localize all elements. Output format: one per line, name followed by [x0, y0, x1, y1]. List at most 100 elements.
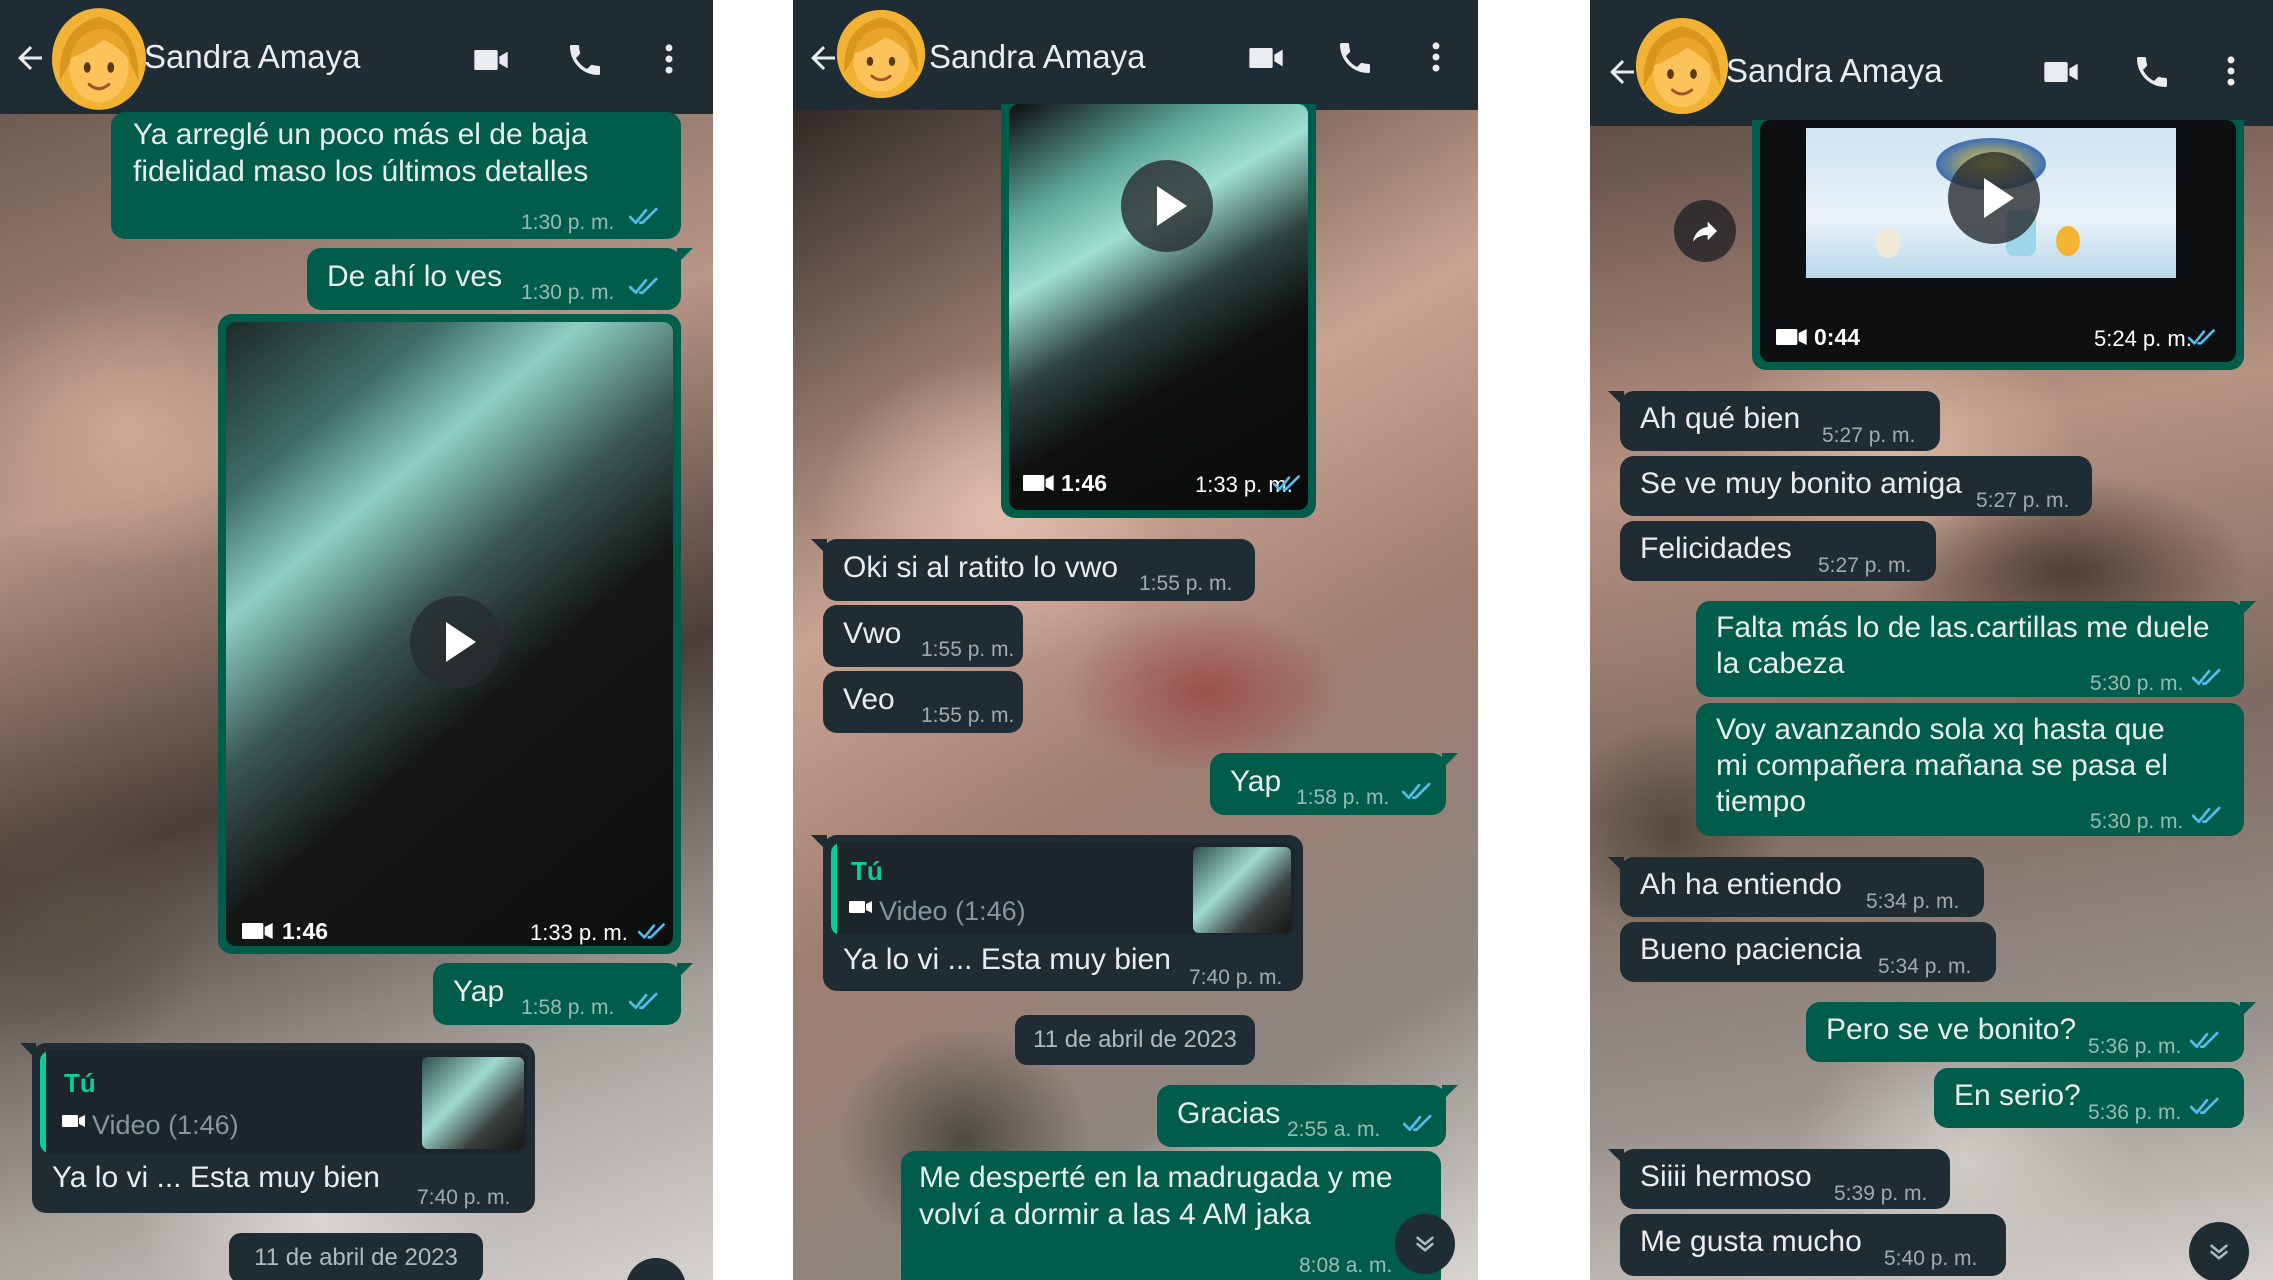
- avatar[interactable]: [50, 6, 148, 112]
- contact-name[interactable]: Sandra Amaya: [144, 38, 360, 76]
- chat-panel-2: Sandra Amaya 1:46 1:33 p. m. Oki si al r…: [793, 0, 1478, 1280]
- message-text: Se ve muy bonito amiga: [1640, 467, 1962, 500]
- double-check-icon: [1402, 781, 1436, 803]
- quoted-message[interactable]: Tú Video (1:46): [831, 843, 1295, 935]
- avatar[interactable]: [1634, 16, 1730, 116]
- message-bubble-incoming[interactable]: Veo 1:55 p. m.: [823, 671, 1023, 733]
- message-bubble-incoming[interactable]: Oki si al ratito lo vwo 1:55 p. m.: [811, 539, 1255, 601]
- message-bubble-outgoing[interactable]: Falta más lo de las.cartillas me duele l…: [1696, 601, 2256, 697]
- chat-panel-1: Sandra Amaya Ya arreglé un poco más el d…: [0, 0, 713, 1280]
- video-thumbnail[interactable]: 1:46 1:33 p. m.: [1009, 104, 1308, 510]
- message-time: 1:58 p. m.: [1296, 786, 1390, 809]
- message-time: 7:40 p. m.: [417, 1186, 511, 1209]
- message-time: 1:33 p. m.: [530, 920, 628, 945]
- bubble-tail: [2240, 1002, 2256, 1018]
- message-text: Ya lo vi ... Esta muy bien: [52, 1161, 380, 1194]
- message-text: Voy avanzando sola xq hasta que: [1716, 713, 2165, 746]
- phone-icon[interactable]: [1335, 38, 1375, 78]
- video-message[interactable]: 1:46 1:33 p. m.: [1001, 104, 1316, 518]
- more-options-icon[interactable]: [650, 38, 688, 80]
- message-bubble-incoming[interactable]: Bueno paciencia 5:34 p. m.: [1620, 922, 1996, 982]
- scroll-down-button[interactable]: [1395, 1214, 1455, 1274]
- message-time: 5:39 p. m.: [1834, 1182, 1928, 1205]
- forward-button[interactable]: [1674, 200, 1736, 262]
- message-bubble-incoming[interactable]: Se ve muy bonito amiga 5:27 p. m.: [1620, 456, 2092, 516]
- double-check-icon: [629, 276, 663, 298]
- message-time: 5:36 p. m.: [2088, 1035, 2182, 1058]
- video-call-icon[interactable]: [1243, 38, 1289, 78]
- message-bubble-outgoing[interactable]: Gracias 2:55 a. m.: [1157, 1085, 1458, 1147]
- message-time: 1:30 p. m.: [521, 211, 615, 234]
- video-call-icon[interactable]: [2038, 52, 2084, 92]
- video-message[interactable]: 1:46 1:33 p. m.: [218, 314, 681, 954]
- play-icon[interactable]: [1948, 152, 2040, 244]
- message-bubble-incoming[interactable]: Felicidades 5:27 p. m.: [1620, 521, 1936, 581]
- video-message[interactable]: 0:44 5:24 p. m.: [1752, 120, 2244, 370]
- play-icon[interactable]: [1121, 160, 1213, 252]
- message-bubble-incoming[interactable]: Ah qué bien 5:27 p. m.: [1608, 391, 1940, 451]
- video-camera-icon: [849, 899, 873, 915]
- message-bubble-outgoing[interactable]: Yap 1:58 p. m.: [433, 963, 693, 1025]
- play-icon[interactable]: [410, 596, 502, 688]
- video-thumbnail[interactable]: 0:44 5:24 p. m.: [1760, 120, 2236, 362]
- back-arrow-icon[interactable]: [12, 40, 48, 76]
- bubble-tail: [1442, 753, 1458, 769]
- bubble-tail: [2240, 601, 2256, 617]
- date-separator: 11 de abril de 2023: [229, 1233, 483, 1280]
- message-bubble-incoming[interactable]: Vwo 1:55 p. m.: [823, 605, 1023, 667]
- video-call-icon[interactable]: [468, 40, 514, 80]
- bubble-tail: [1442, 1085, 1458, 1101]
- message-text: Me desperté en la madrugada y me: [919, 1161, 1393, 1194]
- phone-icon[interactable]: [565, 40, 605, 80]
- quoted-message[interactable]: Tú Video (1:46): [40, 1051, 527, 1153]
- message-bubble-outgoing[interactable]: Yap 1:58 p. m.: [1210, 753, 1458, 815]
- message-bubble-incoming[interactable]: Me gusta mucho 5:40 p. m.: [1620, 1214, 2006, 1276]
- message-time: 7:40 p. m.: [1189, 966, 1283, 989]
- double-check-icon: [2192, 805, 2226, 827]
- chat-header: Sandra Amaya: [793, 0, 1478, 110]
- message-bubble-outgoing[interactable]: De ahí lo ves 1:30 p. m.: [307, 248, 693, 310]
- video-thumbnail[interactable]: 1:46 1:33 p. m.: [226, 322, 673, 946]
- message-time: 5:30 p. m.: [2090, 672, 2184, 695]
- egg-icon: [1876, 228, 1900, 258]
- double-check-icon: [629, 991, 663, 1013]
- forward-icon: [1689, 215, 1721, 247]
- contact-name[interactable]: Sandra Amaya: [1726, 52, 1942, 90]
- message-bubble-outgoing[interactable]: Me desperté en la madrugada y me volví a…: [901, 1151, 1441, 1280]
- message-text: Siiii hermoso: [1640, 1160, 1812, 1193]
- bubble-tail: [811, 539, 827, 555]
- video-camera-icon: [1023, 472, 1055, 494]
- message-time: 5:34 p. m.: [1866, 890, 1960, 913]
- message-bubble-outgoing[interactable]: Pero se ve bonito? 5:36 p. m.: [1806, 1002, 2256, 1062]
- bubble-tail: [1608, 1149, 1624, 1165]
- message-bubble-incoming[interactable]: Ah ha entiendo 5:34 p. m.: [1608, 857, 1984, 917]
- date-separator: 11 de abril de 2023: [1015, 1015, 1255, 1065]
- scroll-down-button[interactable]: [2189, 1222, 2249, 1280]
- double-check-icon: [2188, 328, 2220, 348]
- phone-icon[interactable]: [2132, 52, 2172, 92]
- scroll-down-icon: [2204, 1237, 2234, 1267]
- message-text: Yap: [1230, 765, 1282, 798]
- message-time: 5:36 p. m.: [2088, 1101, 2182, 1124]
- message-bubble-incoming[interactable]: Siiii hermoso 5:39 p. m.: [1608, 1149, 1950, 1209]
- more-options-icon[interactable]: [1417, 36, 1455, 78]
- video-camera-icon: [242, 920, 274, 942]
- quote-thumbnail: [1193, 847, 1291, 933]
- message-bubble-outgoing[interactable]: Voy avanzando sola xq hasta que mi compa…: [1696, 703, 2244, 836]
- more-options-icon[interactable]: [2212, 50, 2250, 92]
- video-duration: 0:44: [1814, 324, 1861, 350]
- avatar[interactable]: [835, 8, 927, 100]
- message-bubble-incoming[interactable]: Tú Video (1:46) Ya lo vi ... Esta muy bi…: [20, 1043, 535, 1213]
- message-bubble-outgoing[interactable]: En serio? 5:36 p. m.: [1934, 1068, 2244, 1128]
- message-text-line-2: fidelidad maso los últimos detalles: [133, 155, 589, 188]
- message-bubble-incoming[interactable]: Tú Video (1:46) Ya lo vi ... Esta muy bi…: [811, 835, 1303, 991]
- message-text: Oki si al ratito lo vwo: [843, 551, 1119, 584]
- message-text: Ya lo vi ... Esta muy bien: [843, 943, 1171, 976]
- message-time: 1:55 p. m.: [921, 638, 1015, 661]
- contact-name[interactable]: Sandra Amaya: [929, 38, 1145, 76]
- message-time: 2:55 a. m.: [1287, 1118, 1381, 1141]
- egg-icon: [2056, 226, 2080, 256]
- message-bubble-outgoing[interactable]: Ya arreglé un poco más el de baja fideli…: [111, 112, 681, 239]
- video-duration: 1:46: [282, 918, 329, 944]
- bubble-tail: [811, 835, 827, 851]
